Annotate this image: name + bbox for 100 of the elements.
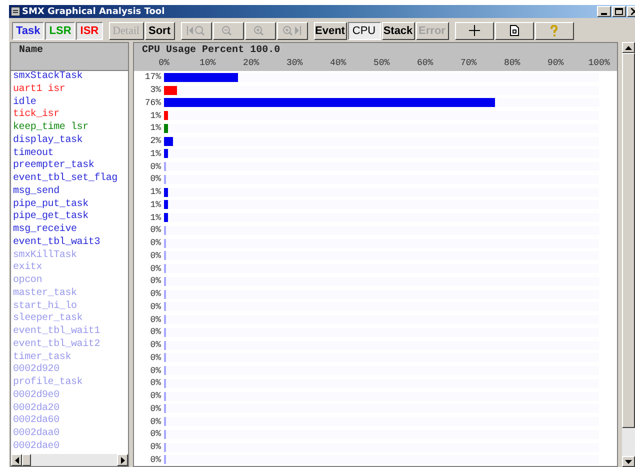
scale-label: 80% [504, 58, 520, 68]
maximize-button[interactable] [612, 6, 626, 17]
usage-reading: 0% [149, 378, 162, 388]
task-name[interactable]: keep_time lsr [13, 122, 128, 135]
task-name[interactable]: event_tbl_set_flag [13, 173, 128, 186]
task-name[interactable]: master_task [13, 288, 128, 300]
last-zoom-icon [282, 25, 302, 36]
list-button[interactable]: Sort [144, 22, 174, 40]
task-name[interactable]: idle [13, 96, 128, 110]
usage-reading: 0% [149, 404, 162, 414]
scale-label: 60% [416, 58, 434, 68]
task-name[interactable]: opcon [13, 275, 128, 288]
window-title: SMX Graphical Analysis Tool [22, 6, 166, 16]
usage-reading: 1% [149, 187, 162, 198]
usage-reading: 0% [149, 225, 162, 236]
usage-reading: 0% [149, 250, 162, 261]
usage-reading: 1% [149, 212, 162, 223]
task-name[interactable]: smxStackTask [13, 71, 128, 84]
usage-reading: 0% [149, 442, 162, 452]
usage-reading: 1% [149, 200, 162, 210]
page-button[interactable] [494, 22, 534, 40]
task-name[interactable]: tick_isr [13, 109, 128, 122]
task-name[interactable]: pipe_get_task [13, 211, 128, 224]
scale-label: 90% [547, 58, 564, 68]
usage-reading: 1% [149, 148, 162, 159]
task-name[interactable]: msg_send [13, 186, 128, 198]
chart-title: CPU Usage Percent 100.0 [141, 44, 282, 57]
task-name[interactable]: 0002da60 [13, 415, 128, 428]
task-name[interactable]: 0002da20 [13, 402, 128, 416]
usage-reading: 0% [149, 391, 162, 402]
usage-reading: 0% [149, 238, 162, 248]
left-arrow-icon [14, 456, 18, 464]
usage-reading: 0% [149, 276, 162, 286]
add-button[interactable] [454, 22, 494, 40]
usage-reading: 2% [149, 136, 162, 146]
up-arrow-icon [625, 46, 632, 50]
task-name[interactable]: 0002dae0 [13, 440, 128, 454]
usage-reading: 0% [149, 289, 162, 300]
scale-label: 20% [242, 58, 260, 68]
usage-reading: 0% [149, 340, 162, 350]
filter-toggle[interactable]: LSR [45, 22, 76, 40]
usage-reading: 1% [149, 123, 162, 134]
usage-reading: 0% [149, 416, 162, 427]
first-zoom-icon [186, 25, 206, 36]
usage-reading: 0% [149, 174, 162, 184]
task-name[interactable]: event_tbl_wait2 [13, 338, 128, 352]
scroll-thumb[interactable] [22, 454, 31, 466]
scale-label: 40% [330, 58, 346, 68]
task-name[interactable]: event_tbl_wait3 [13, 236, 128, 250]
horizontal-scrollbar[interactable] [11, 454, 128, 466]
scale-label: 50% [373, 58, 390, 68]
help-icon [550, 24, 558, 36]
task-name[interactable]: timer_task [13, 352, 128, 364]
usage-reading: 0% [149, 429, 162, 440]
view-tab[interactable]: Stack [382, 22, 414, 40]
task-name[interactable]: 0002d9e0 [13, 390, 128, 402]
usage-reading: 1% [149, 110, 162, 121]
task-name[interactable]: msg_receive [13, 224, 128, 237]
scale-label: 10% [199, 58, 216, 68]
filter-toggle[interactable]: Task [12, 22, 44, 40]
scale-label: 30% [286, 58, 303, 68]
down-arrow-icon [625, 460, 632, 464]
task-name[interactable]: event_tbl_wait1 [13, 326, 128, 339]
maximize-icon [615, 8, 623, 15]
app-icon [11, 7, 20, 16]
usage-reading: 0% [149, 352, 162, 363]
usage-reading: 0% [149, 302, 162, 312]
scale-label: 100% [588, 58, 610, 68]
task-name[interactable]: preempter_task [13, 160, 128, 173]
usage-reading: 0% [149, 454, 162, 465]
usage-reading: 0% [149, 314, 162, 325]
task-name[interactable]: display_task [13, 134, 128, 148]
task-name[interactable]: profile_task [13, 377, 128, 390]
scale-label: 0% [158, 58, 170, 68]
page-icon [510, 25, 518, 36]
minimize-button[interactable] [597, 6, 611, 17]
usage-reading: 0% [149, 327, 162, 338]
usage-reading: 3% [149, 85, 162, 96]
column-header: Name [11, 43, 128, 71]
task-name[interactable]: 0002d920 [13, 364, 128, 377]
task-name[interactable]: start_hi_lo [13, 300, 128, 314]
help-button[interactable] [534, 22, 574, 40]
usage-reading: 0% [149, 366, 162, 376]
right-arrow-icon [120, 456, 125, 464]
usage-reading: 76% [144, 98, 162, 108]
task-name[interactable]: sleeper_task [13, 313, 128, 326]
task-name[interactable]: smxKillTask [13, 250, 128, 262]
usage-reading: 0% [149, 162, 162, 172]
task-name[interactable]: uart1 isr [13, 84, 128, 96]
view-tab[interactable]: CPU [348, 22, 380, 40]
scale-label: 70% [460, 58, 477, 68]
filter-toggle[interactable]: ISR [76, 22, 103, 40]
task-name[interactable]: exitx [13, 262, 128, 275]
task-name[interactable]: pipe_put_task [13, 198, 128, 212]
view-tab[interactable]: Event [314, 22, 346, 40]
usage-reading: 0% [149, 264, 162, 274]
task-name[interactable]: timeout [13, 148, 128, 160]
usage-reading: 17% [144, 72, 162, 82]
plus-icon [468, 25, 480, 36]
task-name[interactable]: 0002daa0 [13, 428, 128, 441]
